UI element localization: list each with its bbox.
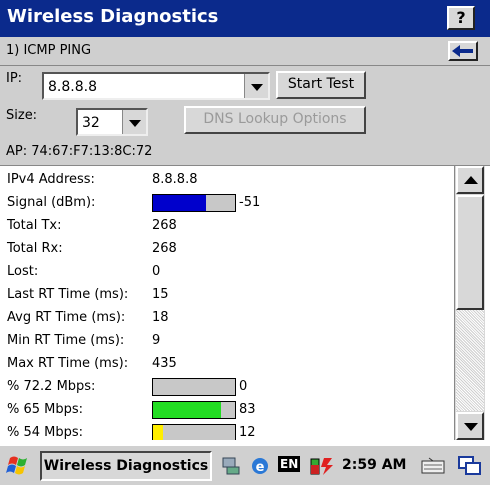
battery-power-icon[interactable] [308, 455, 338, 477]
scroll-track[interactable] [456, 310, 484, 411]
result-label: % 65 Mbps: [7, 402, 84, 417]
test-panel: 1) ICMP PING IP: 8.8.8.8 Start Test Size… [0, 37, 490, 166]
result-row: IPv4 Address: 8.8.8.8 [7, 169, 447, 192]
result-row: Total Tx: 268 [7, 215, 447, 238]
result-row: % 72.2 Mbps: 0 [7, 376, 447, 399]
result-value: 12 [239, 425, 256, 440]
back-arrow-icon [452, 45, 473, 57]
result-value: 18 [152, 310, 169, 325]
result-bar [152, 401, 236, 419]
result-bar [152, 424, 236, 440]
result-value: 83 [239, 402, 256, 417]
result-label: Lost: [7, 264, 39, 279]
arrow-up-icon [464, 176, 478, 184]
result-bar-fill [153, 425, 163, 440]
back-button[interactable] [448, 41, 478, 61]
scroll-thumb[interactable] [456, 195, 484, 310]
result-value: 0 [152, 264, 161, 279]
result-bar [152, 378, 236, 396]
taskbar: Wireless Diagnostics e EN 2:59 AM [0, 444, 490, 485]
window-title: Wireless Diagnostics [7, 6, 219, 27]
result-row: Max RT Time (ms): 435 [7, 353, 447, 376]
help-button[interactable]: ? [447, 6, 475, 30]
result-label: Total Rx: [7, 241, 63, 256]
result-bar [152, 194, 236, 212]
size-combobox[interactable]: 32 [76, 108, 148, 136]
size-value: 32 [82, 115, 100, 131]
chevron-down-icon[interactable] [122, 110, 146, 134]
result-label: % 72.2 Mbps: [7, 379, 96, 394]
start-test-button[interactable]: Start Test [276, 71, 366, 99]
result-value: -51 [239, 195, 261, 210]
result-row: Min RT Time (ms): 9 [7, 330, 447, 353]
result-value: 435 [152, 356, 177, 371]
result-row: Lost: 0 [7, 261, 447, 284]
ap-address: AP: 74:67:F7:13:8C:72 [6, 144, 153, 159]
result-label: Total Tx: [7, 218, 62, 233]
start-button[interactable] [4, 450, 36, 480]
result-bar-fill [153, 195, 207, 211]
clock[interactable]: 2:59 AM [342, 457, 406, 473]
chevron-down-icon[interactable] [244, 74, 268, 98]
arrow-down-icon [464, 423, 478, 431]
size-label: Size: [6, 108, 38, 123]
result-row: % 54 Mbps: 12 [7, 422, 447, 440]
dns-lookup-options-button[interactable]: DNS Lookup Options [184, 106, 366, 134]
scroll-down-button[interactable] [456, 412, 484, 440]
section-title: 1) ICMP PING [6, 43, 92, 58]
results-list: IPv4 Address: 8.8.8.8 Signal (dBm): -51 Tota… [0, 166, 454, 440]
result-value: 9 [152, 333, 161, 348]
result-label: Signal (dBm): [7, 195, 96, 210]
result-value: 15 [152, 287, 169, 302]
scroll-up-button[interactable] [456, 166, 484, 194]
result-row: Last RT Time (ms): 15 [7, 284, 447, 307]
internet-explorer-icon[interactable]: e [248, 455, 272, 477]
title-bar: Wireless Diagnostics ? [0, 0, 490, 37]
svg-text:e: e [256, 460, 265, 475]
result-row: Signal (dBm): -51 [7, 192, 447, 215]
window-switch-icon[interactable] [457, 455, 483, 477]
result-label: IPv4 Address: [7, 172, 95, 187]
result-value: 268 [152, 241, 177, 256]
ip-combobox[interactable]: 8.8.8.8 [42, 72, 270, 100]
result-bar-fill [153, 402, 222, 418]
result-value: 268 [152, 218, 177, 233]
ip-label: IP: [6, 71, 23, 86]
result-label: Min RT Time (ms): [7, 333, 125, 348]
result-row: Avg RT Time (ms): 18 [7, 307, 447, 330]
result-label: % 54 Mbps: [7, 425, 84, 440]
result-label: Avg RT Time (ms): [7, 310, 126, 325]
result-label: Max RT Time (ms): [7, 356, 129, 371]
result-row: % 65 Mbps: 83 [7, 399, 447, 422]
language-indicator[interactable]: EN [278, 456, 301, 472]
keyboard-icon[interactable] [420, 455, 446, 477]
result-value: 8.8.8.8 [152, 172, 198, 187]
windows-flag-icon [6, 456, 27, 475]
result-label: Last RT Time (ms): [7, 287, 129, 302]
divider [0, 65, 490, 66]
vertical-scrollbar[interactable] [454, 166, 485, 440]
network-icon[interactable] [220, 455, 242, 477]
ip-value: 8.8.8.8 [48, 79, 97, 95]
result-value: 0 [239, 379, 248, 394]
result-row: Total Rx: 268 [7, 238, 447, 261]
taskbar-app-wireless-diagnostics[interactable]: Wireless Diagnostics [40, 451, 212, 481]
